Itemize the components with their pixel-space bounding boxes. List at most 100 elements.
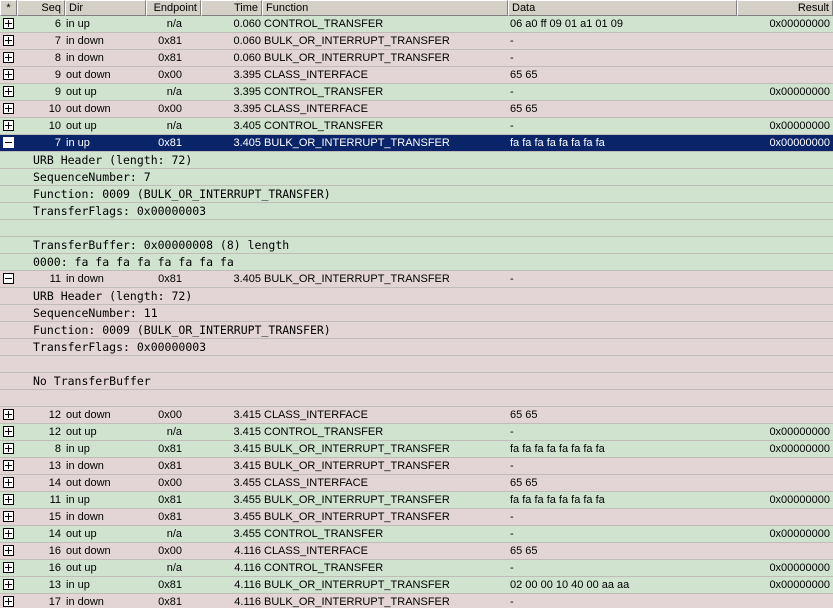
detail-row[interactable]: 0000: fa fa fa fa fa fa fa fa — [0, 254, 833, 271]
column-header-result[interactable]: Result — [737, 0, 833, 16]
cell-dir: out down — [66, 409, 111, 421]
cell-data: 02 00 00 10 40 00 aa aa — [510, 579, 630, 591]
cell-data: - — [510, 35, 514, 47]
cell-time: 3.405 — [233, 273, 261, 285]
cell-time: 3.395 — [233, 103, 261, 115]
cell-time: 0.060 — [233, 18, 261, 30]
cell-endpoint: 0x81 — [158, 511, 182, 523]
expand-icon[interactable] — [3, 596, 14, 607]
table-row[interactable]: 9 out up n/a 3.395 CONTROL_TRANSFER - 0x000000… — [0, 84, 833, 101]
cell-seq: 12 — [48, 426, 61, 438]
expand-icon[interactable] — [3, 528, 14, 539]
cell-seq: 14 — [48, 528, 61, 540]
table-row[interactable]: 17 in down 0x81 4.116 BULK_OR_INTERRUPT_TRAN… — [0, 594, 833, 608]
table-row[interactable]: 7 in up 0x81 3.405 BULK_OR_INTERRUPT_TRANSFE… — [0, 135, 833, 152]
expand-icon[interactable] — [3, 35, 14, 46]
cell-endpoint: n/a — [166, 18, 182, 30]
cell-dir: out down — [66, 69, 111, 81]
detail-row[interactable]: Function: 0009 (BULK_OR_INTERRUPT_TRANSF… — [0, 186, 833, 203]
expand-icon[interactable] — [3, 52, 14, 63]
table-row[interactable]: 11 in down 0x81 3.405 BULK_OR_INTERRUPT_TRAN… — [0, 271, 833, 288]
table-row[interactable]: 13 in down 0x81 3.415 BULK_OR_INTERRUPT_TRAN… — [0, 458, 833, 475]
detail-row[interactable] — [0, 220, 833, 237]
cell-dir: in up — [66, 137, 90, 149]
table-row[interactable]: 8 in down 0x81 0.060 BULK_OR_INTERRUPT_TRANS… — [0, 50, 833, 67]
detail-text: Function: 0009 (BULK_OR_INTERRUPT_TRANSF… — [33, 187, 331, 201]
cell-seq: 6 — [54, 18, 61, 30]
cell-result: 0x00000000 — [769, 579, 830, 591]
column-header-star[interactable]: * — [0, 0, 17, 16]
cell-result: 0x00000000 — [769, 18, 830, 30]
cell-result: 0x00000000 — [769, 86, 830, 98]
detail-row[interactable]: No TransferBuffer — [0, 373, 833, 390]
table-row[interactable]: 13 in up 0x81 4.116 BULK_OR_INTERRUPT_TRANSF… — [0, 577, 833, 594]
expand-icon[interactable] — [3, 494, 14, 505]
table-row[interactable]: 14 out up n/a 3.455 CONTROL_TRANSFER - 0x00000… — [0, 526, 833, 543]
detail-row[interactable] — [0, 356, 833, 373]
cell-time: 3.405 — [233, 120, 261, 132]
collapse-icon[interactable] — [3, 273, 14, 284]
detail-row[interactable]: SequenceNumber: 11 — [0, 305, 833, 322]
expand-icon[interactable] — [3, 86, 14, 97]
column-header-endpoint[interactable]: Endpoint — [146, 0, 201, 16]
table-row[interactable]: 15 in down 0x81 3.455 BULK_OR_INTERRUPT_TRAN… — [0, 509, 833, 526]
detail-row[interactable]: TransferBuffer: 0x00000008 (8) length — [0, 237, 833, 254]
expand-icon[interactable] — [3, 477, 14, 488]
column-header-seq[interactable]: Seq — [17, 0, 65, 16]
detail-row[interactable]: URB Header (length: 72) — [0, 288, 833, 305]
table-row[interactable]: 10 out up n/a 3.405 CONTROL_TRANSFER - 0x00000… — [0, 118, 833, 135]
cell-endpoint: 0x81 — [158, 443, 182, 455]
expand-icon[interactable] — [3, 120, 14, 131]
cell-seq: 11 — [49, 494, 61, 506]
cell-data: 06 a0 ff 09 01 a1 01 09 — [510, 18, 623, 30]
expand-icon[interactable] — [3, 69, 14, 80]
cell-time: 3.395 — [233, 86, 261, 98]
expand-icon[interactable] — [3, 562, 14, 573]
column-header-dir[interactable]: Dir — [65, 0, 146, 16]
table-row[interactable]: 14 out down 0x00 3.455 CLASS_INTERFACE 65 65 — [0, 475, 833, 492]
table-row[interactable]: 9 out down 0x00 3.395 CLASS_INTERFACE 65 65 — [0, 67, 833, 84]
expand-icon[interactable] — [3, 511, 14, 522]
table-row[interactable]: 16 out down 0x00 4.116 CLASS_INTERFACE 65 65 — [0, 543, 833, 560]
cell-endpoint: 0x00 — [158, 103, 182, 115]
cell-endpoint: 0x00 — [158, 545, 182, 557]
expand-icon[interactable] — [3, 460, 14, 471]
column-header-function[interactable]: Function — [262, 0, 508, 16]
cell-result: 0x00000000 — [769, 562, 830, 574]
detail-row[interactable]: Function: 0009 (BULK_OR_INTERRUPT_TRANSF… — [0, 322, 833, 339]
detail-row[interactable]: TransferFlags: 0x00000003 — [0, 339, 833, 356]
expand-icon[interactable] — [3, 545, 14, 556]
cell-time: 3.455 — [233, 477, 261, 489]
cell-endpoint: 0x81 — [158, 35, 182, 47]
expand-icon[interactable] — [3, 103, 14, 114]
detail-row[interactable]: TransferFlags: 0x00000003 — [0, 203, 833, 220]
cell-result — [737, 271, 830, 287]
expand-icon[interactable] — [3, 579, 14, 590]
cell-dir: in up — [66, 18, 90, 30]
column-header-data[interactable]: Data — [508, 0, 737, 16]
expand-icon[interactable] — [3, 426, 14, 437]
table-row[interactable]: 12 out down 0x00 3.415 CLASS_INTERFACE 65 65 — [0, 407, 833, 424]
urb-log-grid[interactable]: * Seq Dir Endpoint Time Function Data Re… — [0, 0, 833, 608]
table-row[interactable]: 11 in up 0x81 3.455 BULK_OR_INTERRUPT_TRANSF… — [0, 492, 833, 509]
expand-icon[interactable] — [3, 18, 14, 29]
cell-dir: in down — [66, 273, 104, 285]
table-row[interactable]: 12 out up n/a 3.415 CONTROL_TRANSFER - 0x00000… — [0, 424, 833, 441]
cell-function: CONTROL_TRANSFER — [264, 18, 384, 30]
expand-icon[interactable] — [3, 443, 14, 454]
cell-time: 3.395 — [233, 69, 261, 81]
table-row[interactable]: 8 in up 0x81 3.415 BULK_OR_INTERRUPT_TRANSFE… — [0, 441, 833, 458]
detail-row[interactable]: SequenceNumber: 7 — [0, 169, 833, 186]
column-header-time[interactable]: Time — [201, 0, 262, 16]
detail-row[interactable]: URB Header (length: 72) — [0, 152, 833, 169]
detail-row[interactable] — [0, 390, 833, 407]
expand-icon[interactable] — [3, 409, 14, 420]
cell-function: BULK_OR_INTERRUPT_TRANSFER — [264, 494, 450, 506]
collapse-icon[interactable] — [3, 137, 14, 148]
cell-dir: out up — [66, 86, 97, 98]
cell-seq: 9 — [54, 86, 61, 98]
table-row[interactable]: 7 in down 0x81 0.060 BULK_OR_INTERRUPT_TRANS… — [0, 33, 833, 50]
table-row[interactable]: 10 out down 0x00 3.395 CLASS_INTERFACE 65 65 — [0, 101, 833, 118]
table-row[interactable]: 6 in up n/a 0.060 CONTROL_TRANSFER 06 a0 ff 0… — [0, 16, 833, 33]
table-row[interactable]: 16 out up n/a 4.116 CONTROL_TRANSFER - 0x00000… — [0, 560, 833, 577]
